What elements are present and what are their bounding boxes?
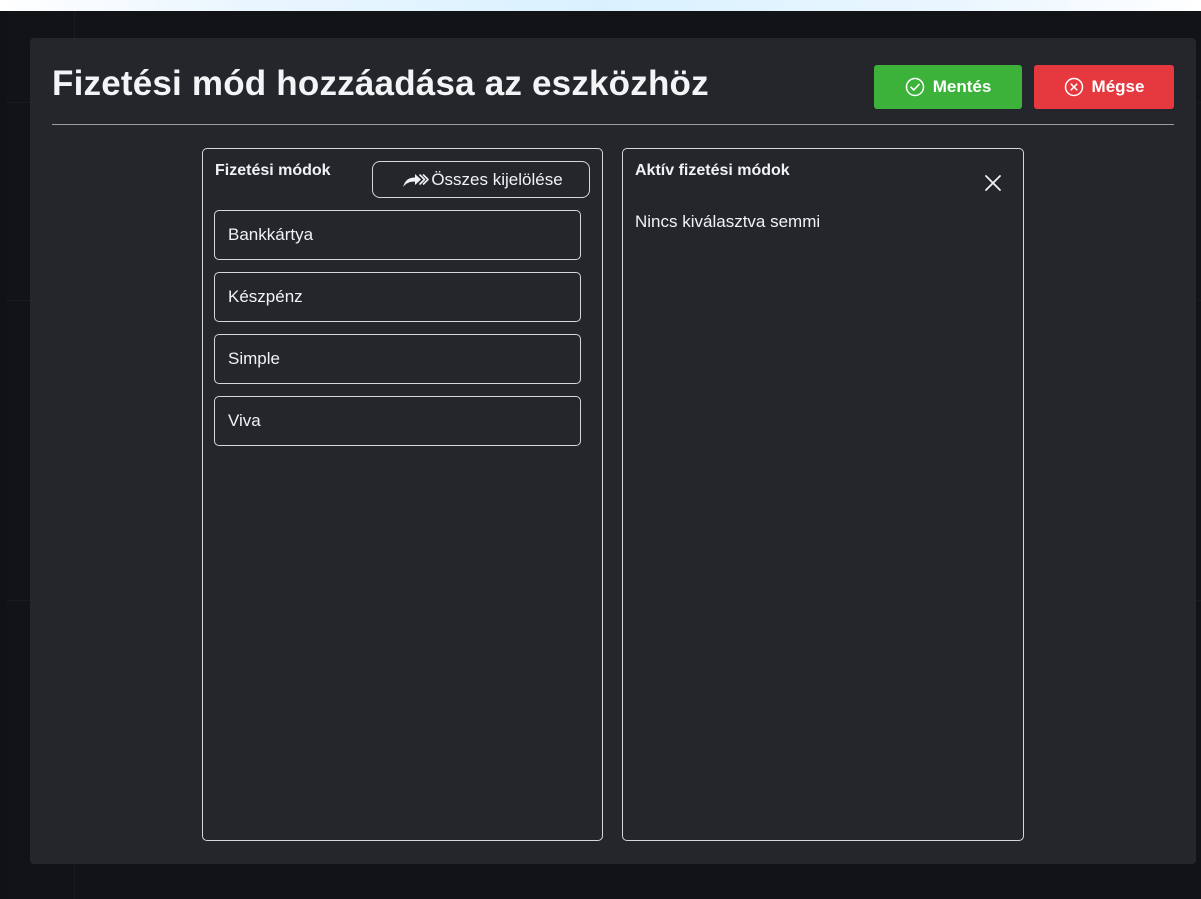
cancel-button-label: Mégse <box>1091 77 1145 96</box>
payment-method-item[interactable]: Bankkártya <box>214 210 581 260</box>
dialog-title: Fizetési mód hozzáadása az eszközhöz <box>52 64 709 103</box>
select-all-label: Összes kijelölése <box>431 169 563 189</box>
title-divider <box>52 124 1174 125</box>
save-button[interactable]: Mentés <box>874 65 1022 109</box>
forward-arrow-icon <box>399 169 430 191</box>
top-highlight-strip <box>0 0 1201 11</box>
available-panel-header: Fizetési módok <box>215 162 331 179</box>
active-panel-header: Aktív fizetési módok <box>635 162 790 179</box>
payment-method-item[interactable]: Simple <box>214 334 581 384</box>
active-payment-methods-panel: Aktív fizetési módok Nincs kiválasztva s… <box>622 148 1024 841</box>
empty-state-text: Nincs kiválasztva semmi <box>635 212 821 231</box>
close-icon <box>983 173 1003 193</box>
cancel-button[interactable]: Mégse <box>1034 65 1174 109</box>
check-circle-icon <box>905 77 925 97</box>
add-payment-method-dialog: Fizetési mód hozzáadása az eszközhöz Men… <box>30 38 1196 864</box>
app-stage: Fizetési mód hozzáadása az eszközhöz Men… <box>0 0 1201 899</box>
save-button-label: Mentés <box>932 77 992 96</box>
payment-method-item[interactable]: Készpénz <box>214 272 581 322</box>
payment-method-list: Bankkártya Készpénz Simple Viva <box>214 210 581 458</box>
payment-method-item[interactable]: Viva <box>214 396 581 446</box>
select-all-button[interactable]: Összes kijelölése <box>372 161 590 198</box>
x-circle-icon <box>1064 77 1084 97</box>
clear-active-button[interactable] <box>981 171 1005 195</box>
available-payment-methods-panel: Fizetési módok Összes kijelölése Bankkár… <box>202 148 603 841</box>
